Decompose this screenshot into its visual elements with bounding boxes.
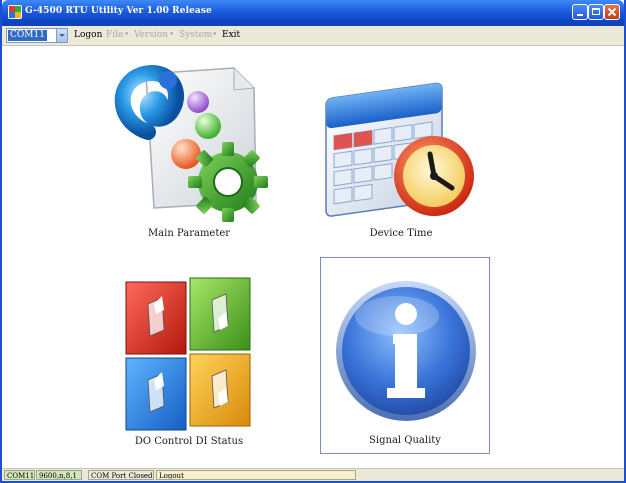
main-parameter-icon [114,65,268,222]
tile-label: Main Parameter [147,228,231,239]
status-settings: 9600,n,8,1 [36,470,82,480]
status-port-state: COM Port Closed [88,470,154,480]
tile-label: Device Time [369,228,433,239]
menu-separator: • [124,30,130,40]
menu-separator: • [169,30,175,40]
menu-logon[interactable]: Logon [74,30,102,41]
tile-signal-quality[interactable]: Signal Quality [320,257,490,454]
com-port-select[interactable]: COM11 [6,28,68,43]
tile-main-parameter[interactable]: Main Parameter [100,58,278,250]
menu-separator: • [212,30,218,40]
tile-label: Signal Quality [369,435,441,446]
title-bar[interactable]: G-4500 RTU Utility Ver 1.00 Release [2,0,624,26]
menu-system[interactable]: System [179,30,212,41]
menu-bar: COM11 Logon File • Version • System • Ex… [2,26,624,46]
info-icon [336,281,476,421]
menu-version[interactable]: Version [134,30,168,41]
app-window: G-4500 RTU Utility Ver 1.00 Release COM1… [0,0,626,483]
switches-icon [125,277,251,431]
tile-label: DO Control DI Status [134,436,244,447]
close-icon [607,7,617,17]
tile-do-control-di-status[interactable]: DO Control DI Status [100,260,278,454]
minimize-button[interactable] [572,4,588,20]
close-button[interactable] [604,4,620,20]
status-login-state: Logout [156,470,356,480]
com-port-value: COM11 [8,30,47,41]
menu-exit[interactable]: Exit [222,30,240,41]
window-title: G-4500 RTU Utility Ver 1.00 Release [25,6,212,16]
maximize-button[interactable] [588,4,604,20]
status-port: COM11 [4,470,35,480]
app-icon [8,5,22,19]
calendar-clock-icon [325,82,474,217]
menu-file[interactable]: File [106,30,123,41]
status-bar: COM11 9600,n,8,1 COM Port Closed Logout [2,468,624,481]
tile-device-time[interactable]: Device Time [312,58,490,250]
chevron-down-icon[interactable] [56,29,67,42]
